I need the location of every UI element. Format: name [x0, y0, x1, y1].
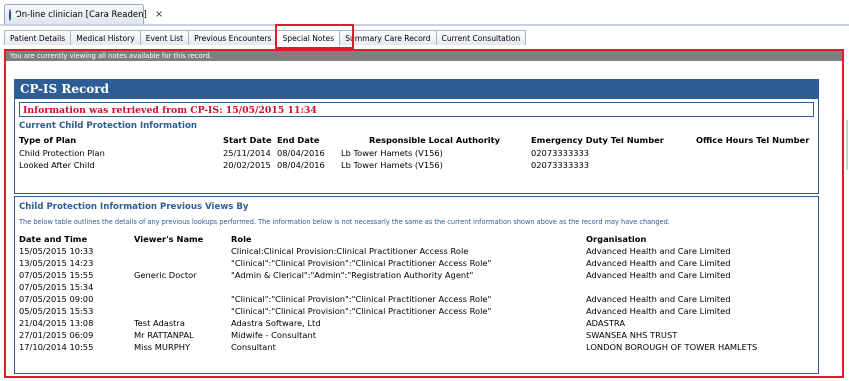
view-date: 07/05/2015 09:00 [19, 294, 94, 304]
plan-start: 25/11/2014 [223, 148, 271, 158]
current-protection-title: Current Child Protection Information [19, 121, 197, 131]
view-org: Advanced Health and Care Limited [586, 246, 731, 256]
view-date: 07/05/2015 15:55 [19, 270, 94, 280]
col-role: Role [231, 234, 252, 244]
view-date: 21/04/2015 13:08 [19, 318, 94, 328]
col-organisation: Organisation [586, 234, 647, 244]
table-row[interactable]: 05/05/2015 15:53 "Clinical":"Clinical Pr… [15, 306, 820, 317]
view-viewer: Mr RATTANPAL [134, 330, 194, 340]
table-row[interactable]: 15/05/2015 10:33 Clinical:Clinical Provi… [15, 246, 820, 257]
view-org: SWANSEA NHS TRUST [586, 330, 678, 340]
table-row[interactable]: 07/05/2015 15:34 [15, 282, 820, 293]
previous-views-panel: Child Protection Information Previous Vi… [14, 196, 819, 374]
view-org: LONDON BOROUGH OF TOWER HAMLETS [586, 342, 758, 352]
view-date: 17/10/2014 10:55 [19, 342, 94, 352]
col-responsible-authority: Responsible Local Authority [369, 135, 501, 145]
view-org: ADASTRA [586, 318, 626, 328]
table-row[interactable]: 13/05/2015 14:23 "Clinical":"Clinical Pr… [15, 258, 820, 269]
tab-current-consultation[interactable]: Current Consultation [435, 30, 527, 45]
col-type-of-plan: Type of Plan [19, 135, 77, 145]
view-date: 27/01/2015 06:09 [19, 330, 94, 340]
table-row[interactable]: 07/05/2015 09:00 "Clinical":"Clinical Pr… [15, 294, 820, 305]
view-role: "Clinical":"Clinical Provision":"Clinica… [231, 294, 492, 304]
view-date: 07/05/2015 15:34 [19, 282, 94, 292]
view-viewer: Generic Doctor [134, 270, 197, 280]
col-office-tel: Office Hours Tel Number [696, 135, 810, 145]
plan-authority: Lb Tower Hamets (V156) [341, 148, 443, 158]
plan-type: Looked After Child [19, 160, 95, 170]
table-row[interactable]: 21/04/2015 13:08 Test Adastra Adastra So… [15, 318, 820, 329]
plan-authority: Lb Tower Hamets (V156) [341, 160, 443, 170]
table-row[interactable]: 07/05/2015 15:55 Generic Doctor "Admin &… [15, 270, 820, 281]
window-tab-title: On-line clinician [Cara Readen] [15, 9, 147, 20]
special-notes-highlight [275, 24, 354, 49]
tab-bar: Patient Details Medical History Event Li… [4, 30, 527, 46]
plan-emergency-tel: 02073333333 [531, 148, 590, 158]
notes-notice: You are currently viewing all notes avai… [6, 51, 842, 61]
tab-medical-history[interactable]: Medical History [70, 30, 141, 45]
previous-views-description: The below table outlines the details of … [19, 218, 670, 226]
scrollbar[interactable] [846, 120, 848, 170]
table-row[interactable]: 27/01/2015 06:09 Mr RATTANPAL Midwife - … [15, 330, 820, 341]
col-date-time: Date and Time [19, 234, 88, 244]
view-role: Consultant [231, 342, 276, 352]
tab-previous-encounters[interactable]: Previous Encounters [188, 30, 278, 45]
view-role: Midwife - Consultant [231, 330, 316, 340]
cpis-record-title: CP-IS Record [15, 80, 818, 99]
view-role: "Clinical":"Clinical Provision":"Clinica… [231, 258, 492, 268]
view-role: "Clinical":"Clinical Provision":"Clinica… [231, 306, 492, 316]
view-role: "Admin & Clerical":"Admin":"Registration… [231, 270, 474, 280]
col-viewer-name: Viewer's Name [134, 234, 204, 244]
view-viewer: Test Adastra [134, 318, 185, 328]
plan-end: 08/04/2016 [277, 148, 325, 158]
views-header-row: Date and Time Viewer's Name Role Organis… [15, 234, 820, 245]
view-viewer: Miss MURPHY [134, 342, 191, 352]
window-tab[interactable]: On-line clinician [Cara Readen] × [4, 4, 163, 24]
close-icon[interactable]: × [155, 9, 163, 20]
previous-views-title: Child Protection Information Previous Vi… [19, 202, 249, 212]
view-date: 13/05/2015 14:23 [19, 258, 94, 268]
tab-strip-divider [0, 24, 849, 26]
tab-event-list[interactable]: Event List [139, 30, 190, 45]
col-emergency-tel: Emergency Duty Tel Number [531, 135, 664, 145]
retrieved-info: Information was retrieved from CP-IS: 15… [19, 102, 814, 117]
view-org: Advanced Health and Care Limited [586, 306, 731, 316]
view-role: Adastra Software, Ltd [231, 318, 321, 328]
view-org: Advanced Health and Care Limited [586, 258, 731, 268]
plan-emergency-tel: 02073333333 [531, 160, 590, 170]
view-date: 15/05/2015 10:33 [19, 246, 94, 256]
app-icon [9, 8, 17, 21]
view-role: Clinical:Clinical Provision:Clinical Pra… [231, 246, 469, 256]
cpis-record-panel: CP-IS Record Information was retrieved f… [14, 79, 819, 194]
view-org: Advanced Health and Care Limited [586, 294, 731, 304]
view-org: Advanced Health and Care Limited [586, 270, 731, 280]
view-date: 05/05/2015 15:53 [19, 306, 94, 316]
table-row[interactable]: 17/10/2014 10:55 Miss MURPHY Consultant … [15, 342, 820, 353]
col-end-date: End Date [277, 135, 320, 145]
tab-patient-details[interactable]: Patient Details [4, 30, 72, 45]
plan-start: 20/02/2015 [223, 160, 271, 170]
plan-end: 08/04/2016 [277, 160, 325, 170]
plan-type: Child Protection Plan [19, 148, 105, 158]
col-start-date: Start Date [223, 135, 272, 145]
